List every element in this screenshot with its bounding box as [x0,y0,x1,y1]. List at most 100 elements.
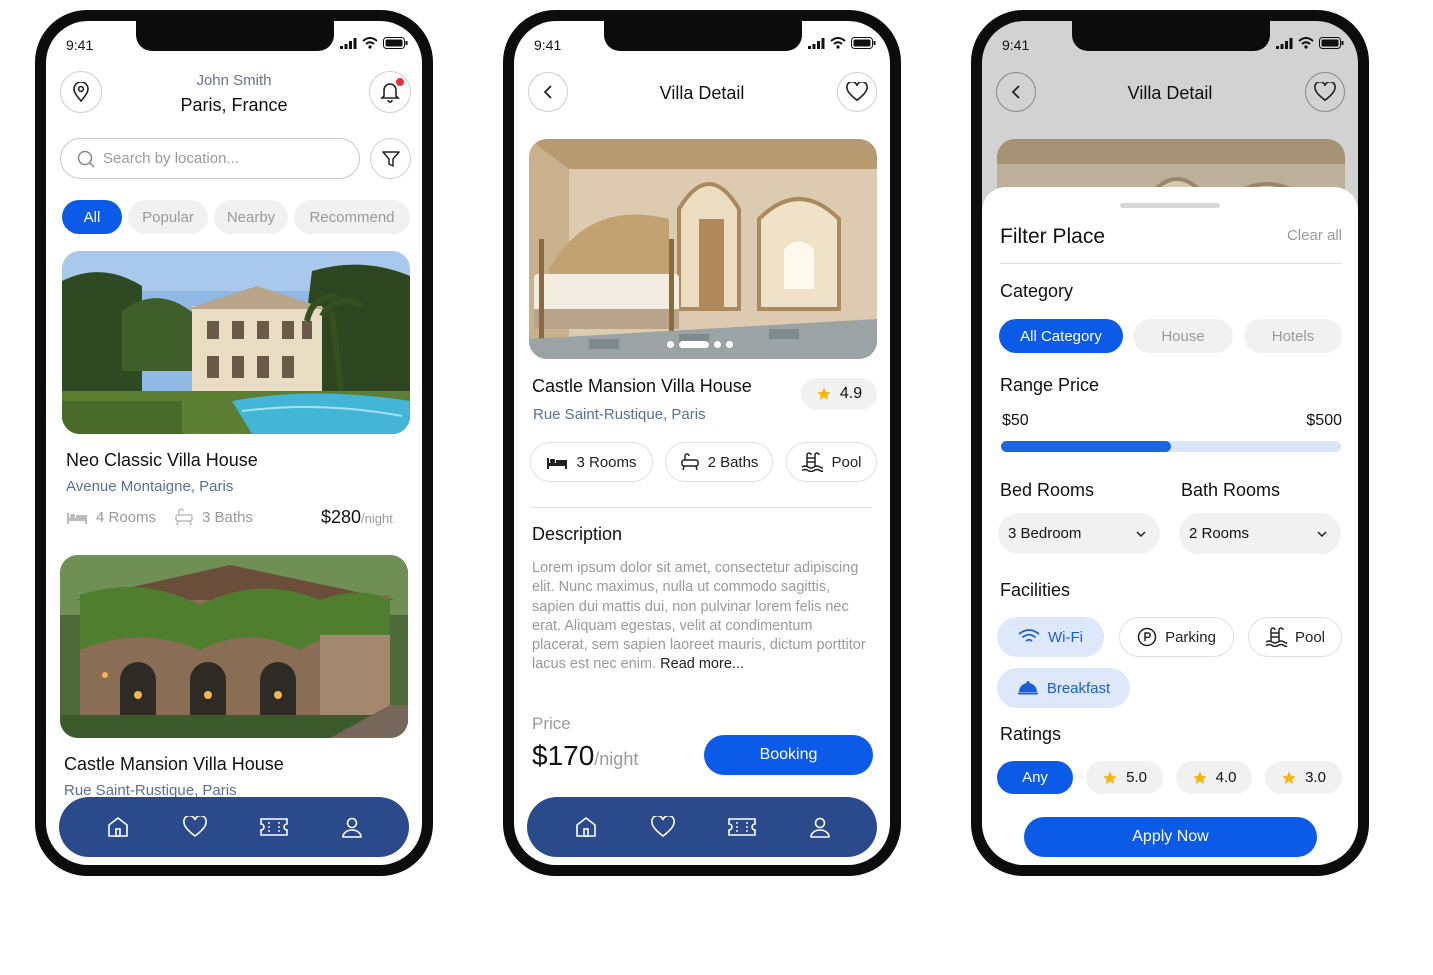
rating-badge: 4.9 [801,378,877,410]
heart-icon [1314,82,1336,102]
booking-button[interactable]: Booking [704,735,873,775]
bed-rooms-select[interactable]: 3 Bedroom [998,513,1160,554]
chevron-down-icon [1136,530,1146,537]
wifi-icon [362,37,378,49]
status-icons [1276,37,1344,49]
wifi-icon [1298,37,1314,49]
profile-icon[interactable] [809,816,831,838]
heart-icon[interactable] [182,816,207,838]
rating-value: 4.9 [839,385,863,402]
notch [1072,21,1270,51]
carousel-indicator[interactable] [667,341,733,348]
clear-all-button[interactable]: Clear all [1287,227,1342,244]
rating-5[interactable]: 5.0 [1086,761,1163,794]
tab-nearby[interactable]: Nearby [214,200,288,234]
signal-icon [808,37,825,49]
pool-label: Pool [831,453,862,471]
range-min: $50 [1002,412,1029,429]
profile-icon[interactable] [341,816,363,838]
user-name: John Smith [196,72,272,89]
search-icon [77,150,95,168]
drag-handle[interactable] [1120,203,1220,208]
heart-icon [846,82,868,102]
read-more-link[interactable]: Read more... [660,656,744,672]
search-input[interactable]: Search by location... [60,138,360,179]
facility-pool[interactable]: Pool [1248,617,1342,657]
card-title[interactable]: Neo Classic Villa House [66,450,258,471]
tab-popular[interactable]: Popular [128,200,208,234]
notification-button[interactable] [369,71,411,113]
ticket-icon[interactable] [727,818,756,836]
apply-now-button[interactable]: Apply Now [1024,817,1317,857]
description-text: Lorem ipsum dolor sit amet, consectetur … [532,559,872,675]
heart-icon[interactable] [650,816,675,838]
card-title[interactable]: Castle Mansion Villa House [64,754,284,775]
price-unit: /night [594,749,639,769]
tab-recommend[interactable]: Recommend [294,200,410,234]
feature-pool: Pool [786,442,877,482]
property-title: Castle Mansion Villa House [532,376,752,396]
feature-rooms: 3 Rooms [530,442,653,482]
ratings-label: Ratings [1000,724,1062,744]
pool-icon [802,452,824,472]
facilities-label: Facilities [1000,580,1071,600]
rating-any[interactable]: Any [997,761,1073,794]
favorite-button[interactable] [837,72,877,112]
bath-rooms-value: 2 Rooms [1189,525,1250,542]
rating-5-label: 5.0 [1126,769,1147,786]
villa-photo[interactable] [62,251,410,434]
facility-parking[interactable]: Parking [1119,617,1234,657]
price-value: $280 [321,507,362,527]
villa-photo[interactable] [529,139,877,359]
home-screen: 9:41 John Smith Paris, France Search by … [46,21,422,865]
bottom-nav [527,797,877,857]
baths-label: 2 Baths [707,453,759,471]
bed-rooms-label: Bed Rooms [1000,480,1095,500]
price-slider[interactable] [1001,441,1341,452]
category-house[interactable]: House [1133,319,1233,353]
star-icon [1192,770,1207,784]
property-address: Rue Saint-Rustique, Paris [533,406,706,423]
notification-dot [396,78,404,86]
category-hotels[interactable]: Hotels [1244,319,1342,353]
status-time: 9:41 [534,37,562,53]
category-all[interactable]: All Category [999,319,1123,353]
tab-all[interactable]: All [62,200,122,234]
status-icons [340,37,408,49]
facility-parking-label: Parking [1165,628,1216,646]
chevron-down-icon [1317,530,1327,537]
bottom-nav [59,797,409,857]
card-price: $280/night [321,507,393,528]
wifi-icon [830,37,846,49]
rating-3[interactable]: 3.0 [1265,761,1342,794]
sheet-title: Filter Place [1000,225,1106,248]
home-icon[interactable] [106,815,130,839]
baths-label: 3 Baths [202,508,253,526]
rating-4[interactable]: 4.0 [1176,761,1252,794]
bath-rooms-select[interactable]: 2 Rooms [1179,513,1341,554]
divider [1000,263,1342,264]
favorite-button[interactable] [1305,72,1345,112]
home-icon[interactable] [574,815,598,839]
battery-icon [383,37,408,49]
ticket-icon[interactable] [259,818,288,836]
card-address: Avenue Montaigne, Paris [66,478,234,495]
pool-icon [1265,627,1287,647]
price-label: Price [532,714,571,733]
detail-screen: 9:41 Villa Detail Castle Mansion Villa H… [514,21,890,865]
bath-icon [175,508,193,526]
filter-sheet: Filter Place Clear all Category All Cate… [982,187,1358,865]
facility-breakfast[interactable]: Breakfast [997,668,1130,708]
rooms-label: 3 Rooms [576,453,637,471]
phone-detail: 9:41 Villa Detail Castle Mansion Villa H… [503,10,901,876]
rooms-label: 4 Rooms [96,508,157,526]
facility-wifi[interactable]: Wi-Fi [997,617,1104,657]
battery-icon [1319,37,1344,49]
castle-photo[interactable] [60,555,408,738]
rating-3-label: 3.0 [1305,769,1326,786]
filter-button[interactable] [370,138,411,179]
signal-icon [340,37,357,49]
status-time: 9:41 [1002,37,1030,53]
card-features: 4 Rooms 3 Baths [66,508,253,526]
price-slider-fill[interactable] [1001,441,1171,452]
